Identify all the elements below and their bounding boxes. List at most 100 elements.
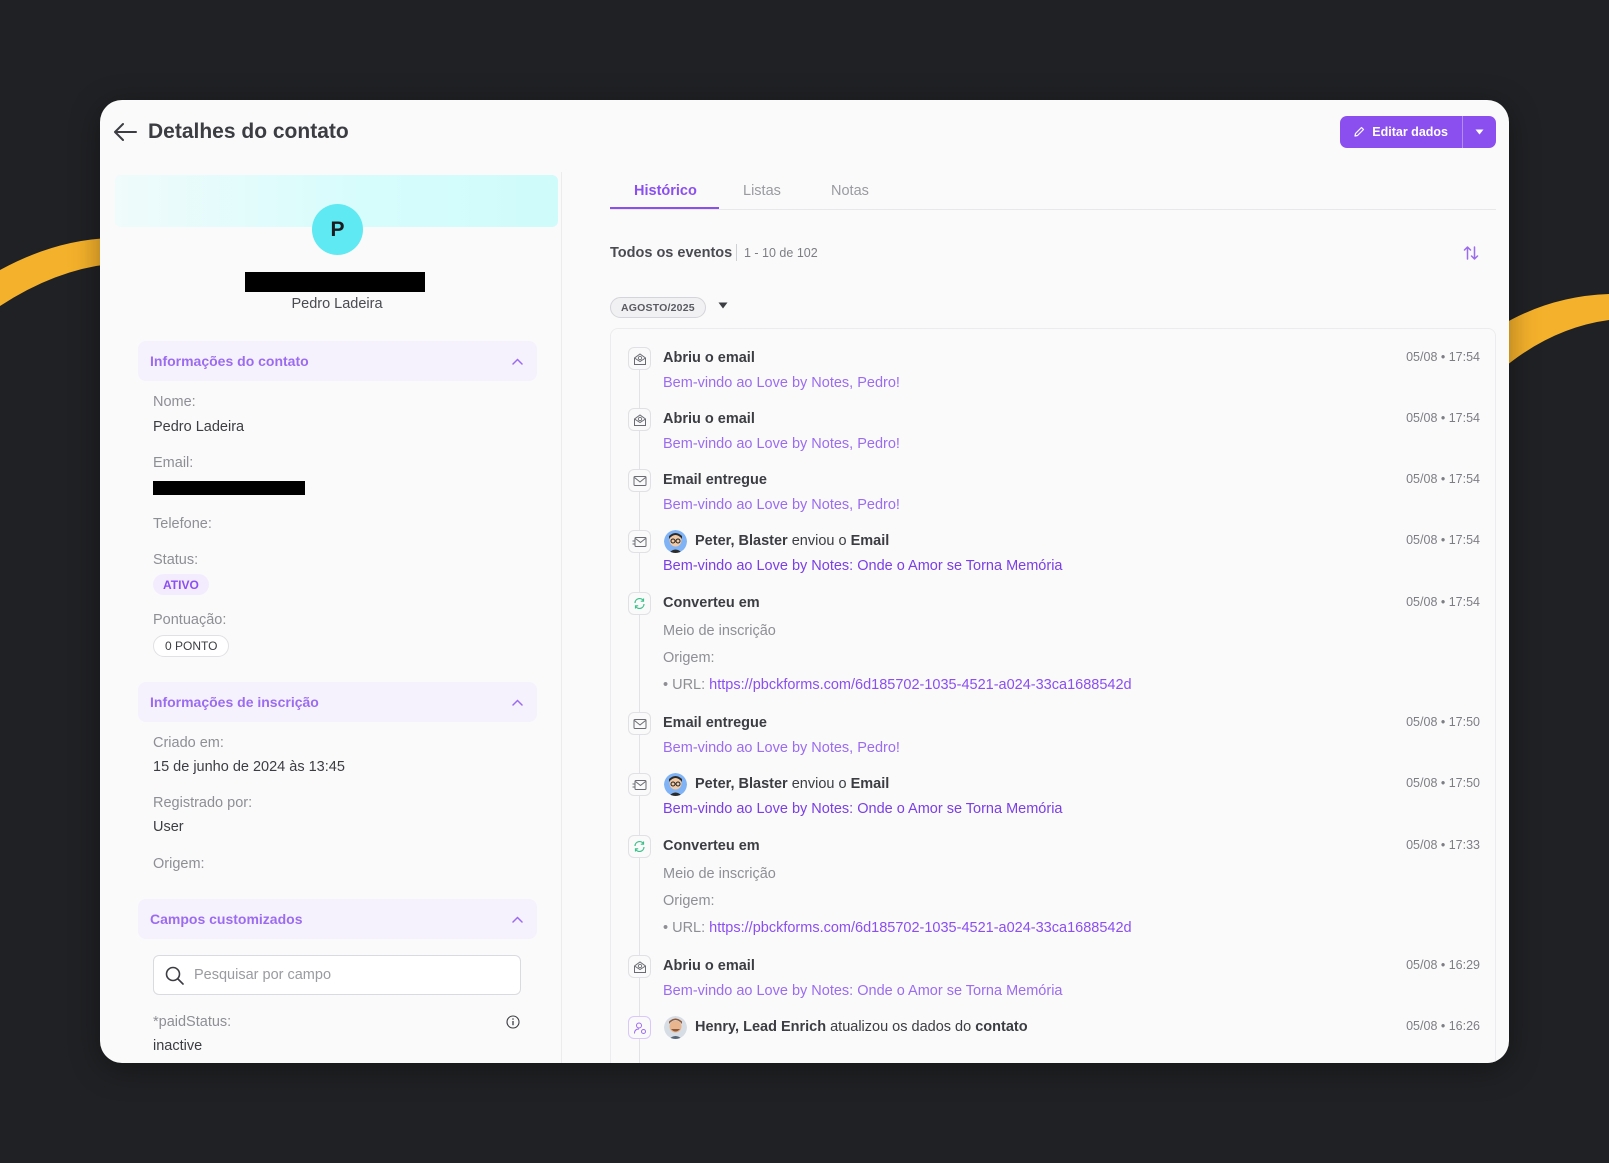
contact-avatar: P (312, 204, 363, 255)
timeline-event: Peter, Blaster enviou o Email Bem-vindo … (611, 530, 1495, 582)
event-object: contato (975, 1019, 1028, 1035)
event-title: Converteu em (663, 595, 760, 611)
created-label: Criado em: (153, 735, 224, 751)
event-time: 05/08 • 16:29 (1406, 958, 1480, 972)
page-title: Detalhes do contato (148, 120, 349, 143)
event-time: 05/08 • 17:54 (1406, 533, 1480, 547)
event-object: Email (850, 776, 890, 792)
info-icon[interactable] (506, 1015, 520, 1029)
contact-name: Pedro Ladeira (291, 296, 383, 312)
event-actor: Henry, Lead Enrich (695, 1019, 827, 1035)
event-title: Peter, Blaster enviou o Email (695, 533, 889, 549)
events-timeline: Abriu o email Bem-vindo ao Love by Notes… (610, 328, 1496, 1063)
back-button[interactable] (112, 120, 138, 144)
email-delivered-icon (628, 712, 651, 735)
tab-historico[interactable]: Histórico (634, 183, 697, 199)
event-origem: Origem: (663, 650, 715, 666)
tab-listas[interactable]: Listas (743, 183, 781, 199)
event-meio: Meio de inscrição (663, 623, 776, 639)
event-email-link[interactable]: Bem-vindo ao Love by Notes, Pedro! (663, 497, 900, 513)
score-label: Pontuação: (153, 612, 227, 628)
registered-label: Registrado por: (153, 795, 253, 811)
event-email-link[interactable]: Bem-vindo ao Love by Notes, Pedro! (663, 740, 900, 756)
conversion-icon (628, 835, 651, 858)
edit-data-button[interactable]: Editar dados (1340, 116, 1462, 148)
contact-updated-icon (628, 1016, 651, 1039)
event-title: Email entregue (663, 715, 767, 731)
event-time: 05/08 • 17:50 (1406, 715, 1480, 729)
event-action: enviou o (791, 533, 847, 549)
section-contact-info[interactable]: Informações do contato (138, 341, 537, 381)
caret-down-icon (1475, 129, 1484, 135)
origin-url-link[interactable]: https://pbckforms.com/6d185702-1035-4521… (709, 677, 1131, 693)
event-time: 05/08 • 16:26 (1406, 1019, 1480, 1033)
user-avatar-peter (664, 773, 687, 796)
event-url: • URL: https://pbckforms.com/6d185702-10… (663, 920, 1132, 936)
edit-data-label: Editar dados (1372, 125, 1448, 139)
email-opened-icon (628, 955, 651, 978)
url-prefix: • URL: (663, 677, 706, 693)
section-subscription-info[interactable]: Informações de inscrição (138, 682, 537, 722)
user-avatar-peter (664, 530, 687, 553)
name-value: Pedro Ladeira (153, 419, 245, 435)
created-value: 15 de junho de 2024 às 13:45 (153, 759, 345, 775)
event-email-link[interactable]: Bem-vindo ao Love by Notes, Pedro! (663, 436, 900, 452)
section-title: Informações do contato (150, 353, 309, 369)
custom-field-search-input[interactable] (194, 967, 494, 983)
redacted-block (153, 481, 305, 495)
custom-field-search[interactable] (153, 955, 521, 995)
divider (736, 244, 737, 261)
contact-details-window: Detalhes do contato Editar dados P Pedro… (100, 100, 1509, 1063)
event-meio: Meio de inscrição (663, 866, 776, 882)
origin-label: Origem: (153, 856, 205, 872)
registered-value: User (153, 819, 184, 835)
event-actor: Peter, Blaster (695, 533, 788, 549)
event-email-link[interactable]: Bem-vindo ao Love by Notes: Onde o Amor … (663, 558, 1063, 574)
redacted-block (245, 272, 425, 292)
status-label: Status: (153, 552, 199, 568)
event-time: 05/08 • 17:54 (1406, 595, 1480, 609)
timeline-event: Abriu o email Bem-vindo ao Love by Notes… (611, 955, 1495, 1005)
event-title: Peter, Blaster enviou o Email (695, 776, 889, 792)
email-label: Email: (153, 455, 194, 471)
origin-url-link[interactable]: https://pbckforms.com/6d185702-1035-4521… (709, 920, 1131, 936)
email-delivered-icon (628, 469, 651, 492)
event-email-link[interactable]: Bem-vindo ao Love by Notes: Onde o Amor … (663, 801, 1063, 817)
month-filter[interactable]: AGOSTO/2025 (610, 297, 706, 318)
event-title: Converteu em (663, 838, 760, 854)
email-opened-icon (628, 408, 651, 431)
phone-label: Telefone: (153, 516, 212, 532)
event-object: Email (850, 533, 890, 549)
event-title: Abriu o email (663, 958, 755, 974)
event-action: atualizou os dados do (830, 1019, 972, 1035)
event-email-link[interactable]: Bem-vindo ao Love by Notes, Pedro! (663, 375, 900, 391)
paid-status-label: *paidStatus: (153, 1014, 232, 1030)
caret-down-icon[interactable] (718, 302, 728, 309)
event-time: 05/08 • 17:54 (1406, 411, 1480, 425)
timeline-event: Email entregue Bem-vindo ao Love by Note… (611, 469, 1495, 519)
event-time: 05/08 • 17:54 (1406, 350, 1480, 364)
search-icon (165, 966, 184, 985)
email-sent-icon (628, 773, 651, 796)
decorative-swoosh-left (0, 238, 110, 306)
contact-profile-panel: P Pedro Ladeira Informações do contato N… (112, 172, 562, 1063)
tab-notas[interactable]: Notas (831, 183, 869, 199)
event-url: • URL: https://pbckforms.com/6d185702-10… (663, 677, 1132, 693)
events-count: 1 - 10 de 102 (744, 246, 818, 260)
tab-bar: Histórico Listas Notas (610, 172, 1496, 210)
chevron-up-icon (512, 698, 523, 706)
event-time: 05/08 • 17:54 (1406, 472, 1480, 486)
edit-options-dropdown[interactable] (1462, 116, 1496, 148)
score-badge: 0 PONTO (153, 635, 230, 657)
chevron-up-icon (512, 915, 523, 923)
event-email-link[interactable]: Bem-vindo ao Love by Notes: Onde o Amor … (663, 983, 1063, 999)
email-sent-icon (628, 530, 651, 553)
section-title: Campos customizados (150, 911, 303, 927)
sort-icon[interactable] (1463, 245, 1479, 261)
event-time: 05/08 • 17:33 (1406, 838, 1480, 852)
section-custom-fields[interactable]: Campos customizados (138, 899, 537, 939)
event-action: enviou o (791, 776, 847, 792)
status-badge: ATIVO (153, 574, 209, 595)
top-bar: Detalhes do contato Editar dados (100, 100, 1509, 164)
event-title: Abriu o email (663, 411, 755, 427)
